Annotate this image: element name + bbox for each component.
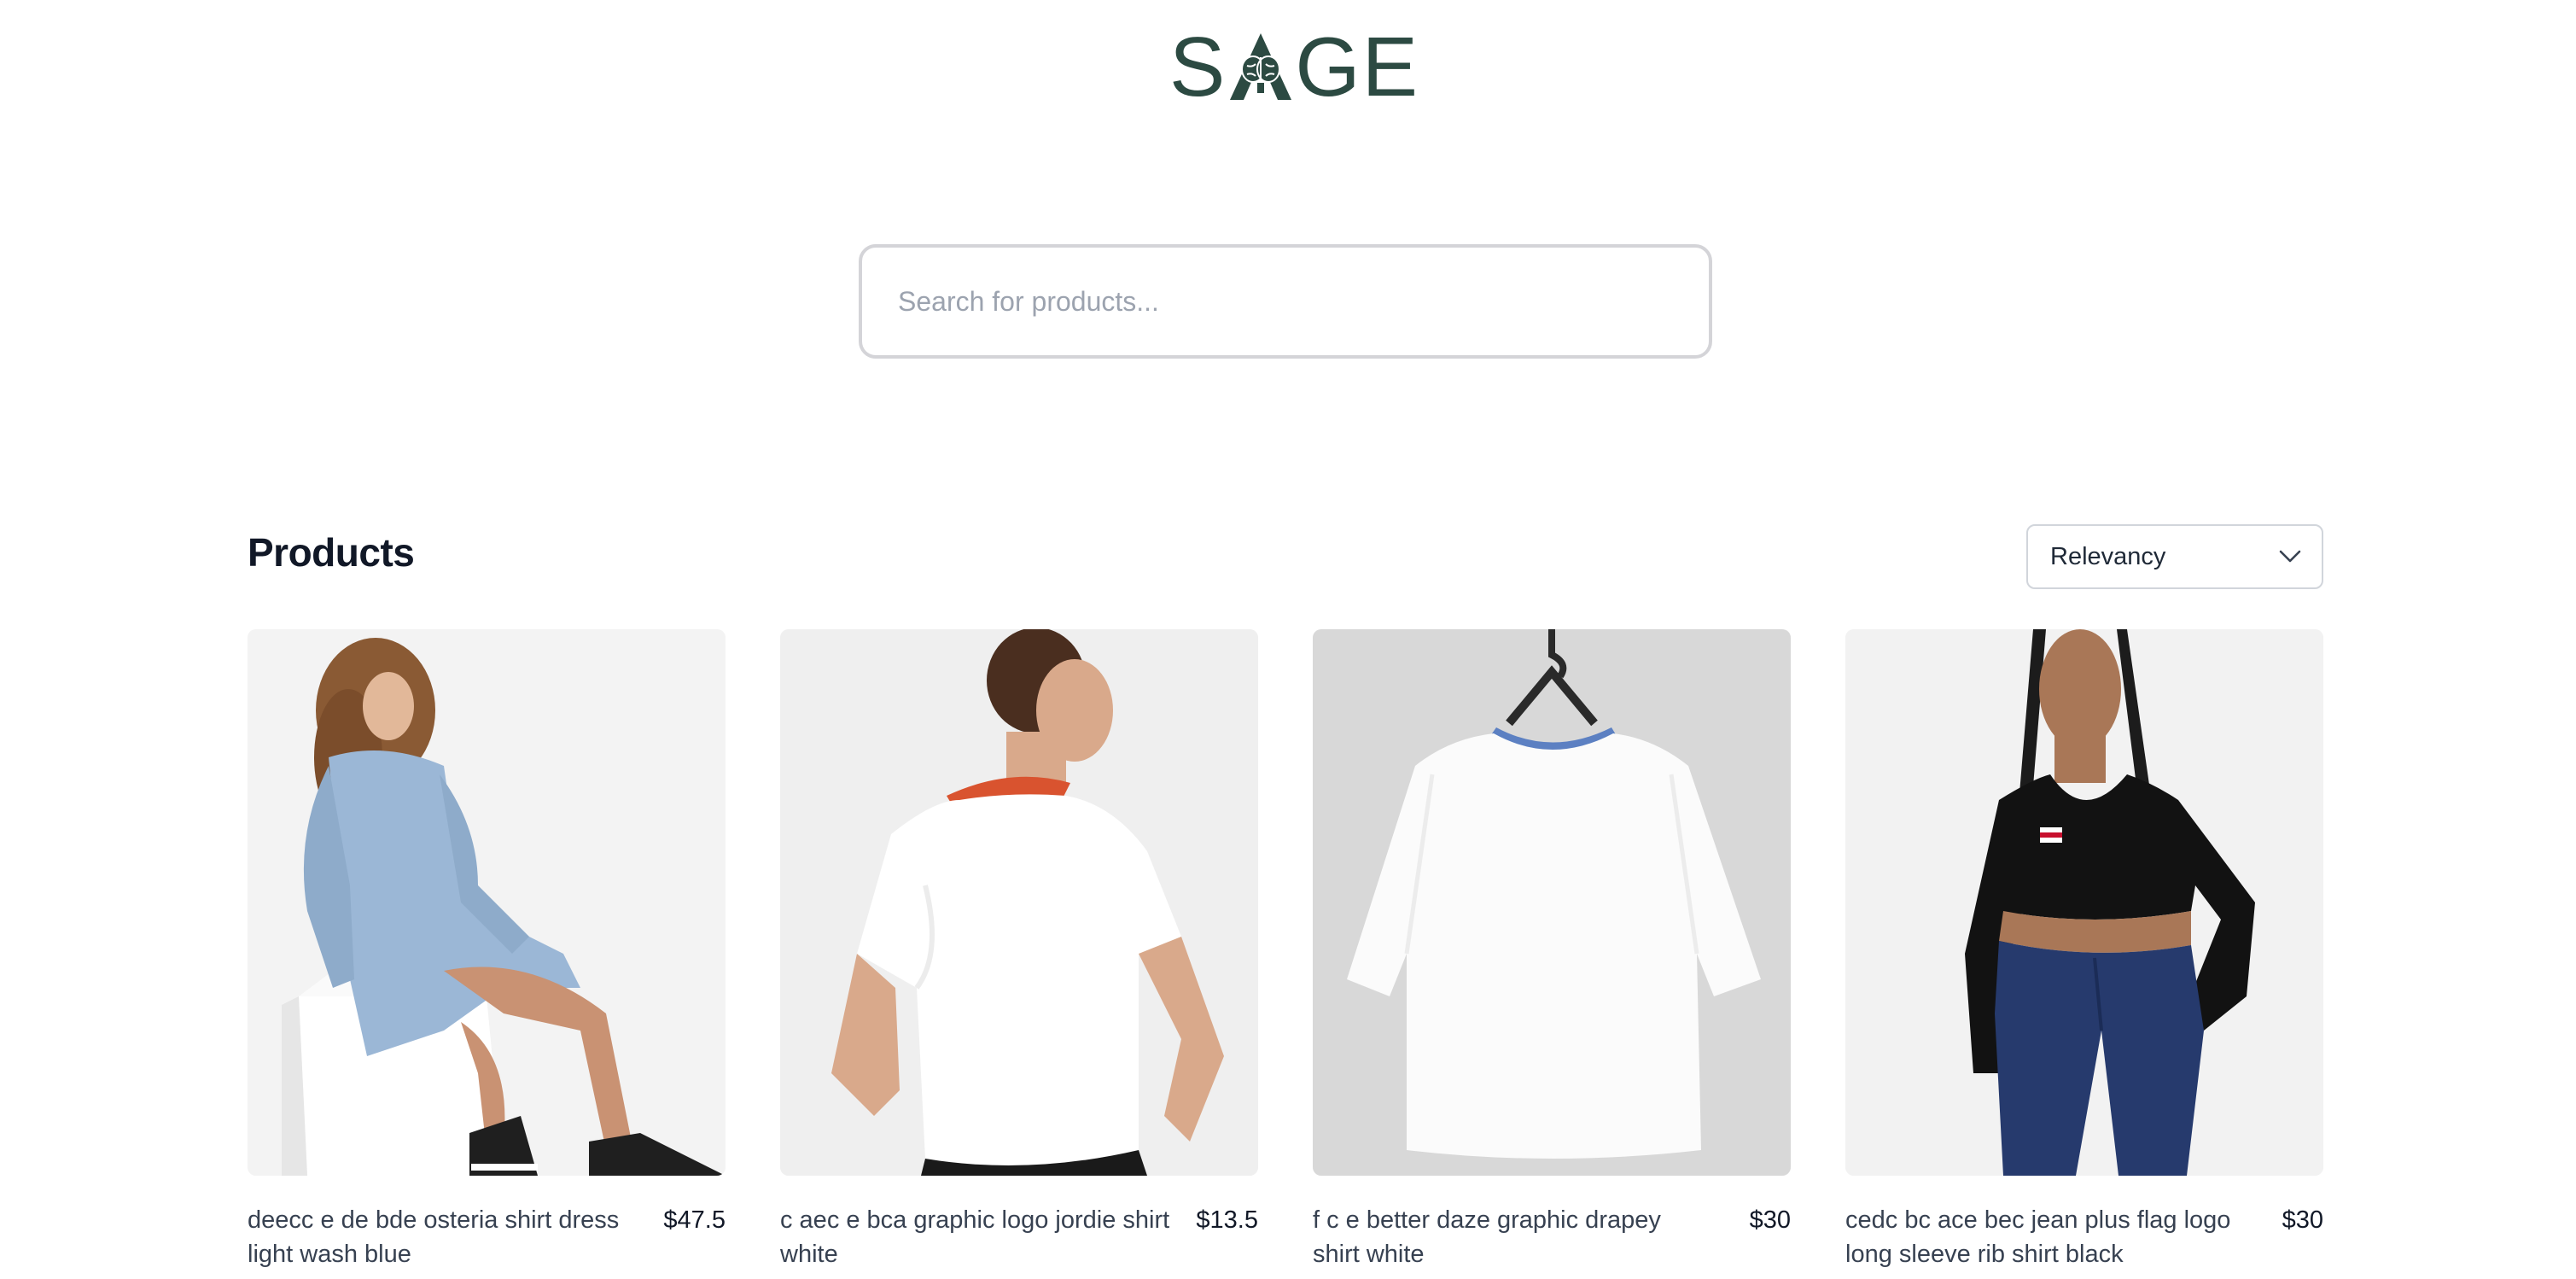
- product-meta: deecc e de bde osteria shirt dress light…: [248, 1203, 726, 1271]
- product-photo-tshirt-hanger: [1313, 629, 1791, 1176]
- product-meta: f c e better daze graphic drapey shirt w…: [1313, 1203, 1791, 1271]
- product-image[interactable]: [780, 629, 1258, 1176]
- product-image[interactable]: [1845, 629, 2323, 1176]
- product-grid: deecc e de bde osteria shirt dress light…: [248, 629, 2323, 1271]
- logo-letter-s: S: [1169, 20, 1227, 114]
- page: S GE Products Relevancy: [0, 0, 2576, 1279]
- logo-letters-ge: GE: [1295, 20, 1419, 114]
- product-meta: cedc bc ace bec jean plus flag logo long…: [1845, 1203, 2323, 1271]
- product-price: $47.5: [663, 1206, 726, 1234]
- product-name[interactable]: deecc e de bde osteria shirt dress light…: [248, 1203, 640, 1271]
- brain-a-logo-icon: [1230, 33, 1292, 100]
- product-meta: c aec e bca graphic logo jordie shirt wh…: [780, 1203, 1258, 1271]
- product-card[interactable]: c aec e bca graphic logo jordie shirt wh…: [780, 629, 1258, 1271]
- product-name[interactable]: cedc bc ace bec jean plus flag logo long…: [1845, 1203, 2238, 1271]
- chevron-down-icon: [2279, 550, 2301, 563]
- brand-logo[interactable]: S GE: [1169, 20, 1419, 114]
- products-heading: Products: [248, 530, 415, 575]
- product-photo-black-longsleeve: [1845, 629, 2323, 1176]
- product-price: $13.5: [1196, 1206, 1258, 1234]
- product-image[interactable]: [1313, 629, 1791, 1176]
- product-card[interactable]: deecc e de bde osteria shirt dress light…: [248, 629, 726, 1271]
- product-price: $30: [1749, 1206, 1791, 1234]
- search-box[interactable]: [859, 244, 1712, 359]
- product-name[interactable]: f c e better daze graphic drapey shirt w…: [1313, 1203, 1705, 1271]
- product-name[interactable]: c aec e bca graphic logo jordie shirt wh…: [780, 1203, 1173, 1271]
- search-input[interactable]: [896, 284, 1709, 318]
- product-image[interactable]: [248, 629, 726, 1176]
- product-card[interactable]: f c e better daze graphic drapey shirt w…: [1313, 629, 1791, 1271]
- product-photo-denim-dress: [248, 629, 726, 1176]
- sort-select-value: Relevancy: [2050, 542, 2166, 570]
- product-price: $30: [2282, 1206, 2323, 1234]
- product-photo-white-tshirt-back: [780, 629, 1258, 1176]
- product-card[interactable]: cedc bc ace bec jean plus flag logo long…: [1845, 629, 2323, 1271]
- sort-select[interactable]: Relevancy: [2026, 524, 2323, 589]
